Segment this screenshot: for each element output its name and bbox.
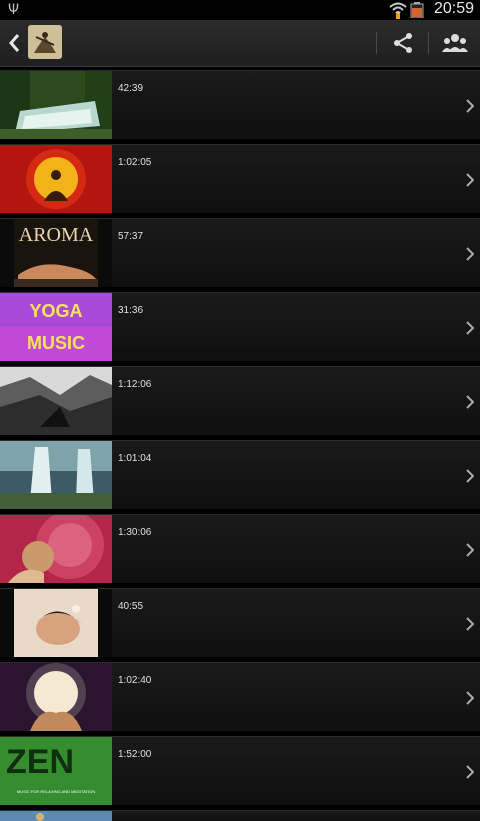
chevron-right-icon bbox=[466, 469, 474, 483]
thumb-text-yoga-music: YOGA bbox=[29, 301, 82, 321]
list-item[interactable]: 1:30:06 bbox=[0, 514, 480, 583]
list-item[interactable]: AROMA 57:37 bbox=[0, 218, 480, 287]
divider bbox=[376, 32, 377, 54]
thumbnail-meditation-om bbox=[0, 145, 112, 213]
chevron-right-icon bbox=[466, 691, 474, 705]
app-icon[interactable] bbox=[28, 25, 62, 59]
thumbnail-waterfall-forest bbox=[0, 71, 112, 139]
list-item[interactable]: 40:55 bbox=[0, 588, 480, 657]
chevron-right-icon bbox=[466, 247, 474, 261]
list-item[interactable]: YOGA MUSIC 31:36 bbox=[0, 292, 480, 361]
status-bar: Ψ 20:59 bbox=[0, 0, 480, 20]
group-icon[interactable] bbox=[442, 32, 468, 54]
list-item[interactable]: 1:01:04 bbox=[0, 440, 480, 509]
chevron-right-icon bbox=[466, 617, 474, 631]
duration-label: 1:52:00 bbox=[118, 749, 152, 760]
thumbnail-yoga-music: YOGA MUSIC bbox=[0, 293, 112, 361]
list-item[interactable]: 1:12:06 bbox=[0, 366, 480, 435]
list-item[interactable]: 1:02:05 bbox=[0, 144, 480, 213]
list-item[interactable] bbox=[0, 810, 480, 821]
thumb-text-aroma: AROMA bbox=[19, 224, 94, 246]
duration-label: 40:55 bbox=[118, 601, 144, 612]
thumb-text-zen: ZEN bbox=[6, 743, 74, 781]
list-item[interactable]: ZEN MUSIC FOR RELAXING AND MEDITATION 1:… bbox=[0, 736, 480, 805]
chevron-right-icon bbox=[466, 543, 474, 557]
thumbnail-waterfall-blue bbox=[0, 441, 112, 509]
thumbnail-mountain-valley bbox=[0, 367, 112, 435]
chevron-right-icon bbox=[466, 765, 474, 779]
list-item[interactable]: 42:39 bbox=[0, 70, 480, 139]
action-bar bbox=[0, 20, 480, 67]
status-time: 20:59 bbox=[433, 0, 474, 17]
usb-icon: Ψ bbox=[8, 2, 20, 18]
thumb-subtext-zen: MUSIC FOR RELAXING AND MEDITATION bbox=[17, 789, 95, 794]
thumbnail-glowing-hands bbox=[0, 663, 112, 731]
duration-label: 42:39 bbox=[118, 83, 144, 94]
chevron-right-icon bbox=[466, 321, 474, 335]
duration-label: 1:02:40 bbox=[118, 675, 152, 686]
thumbnail-aroma: AROMA bbox=[0, 219, 112, 287]
battery-icon bbox=[410, 2, 424, 18]
share-icon[interactable] bbox=[391, 31, 415, 55]
duration-label: 57:37 bbox=[118, 231, 144, 242]
svg-text:MUSIC: MUSIC bbox=[27, 333, 85, 353]
duration-label: 1:02:05 bbox=[118, 157, 152, 168]
chevron-right-icon bbox=[466, 173, 474, 187]
duration-label: 31:36 bbox=[118, 305, 144, 316]
duration-label: 1:30:06 bbox=[118, 527, 152, 538]
divider bbox=[428, 32, 429, 54]
thumbnail-zen: ZEN MUSIC FOR RELAXING AND MEDITATION bbox=[0, 737, 112, 805]
chevron-right-icon bbox=[466, 395, 474, 409]
thumbnail-mandala-hands bbox=[0, 515, 112, 583]
list-item[interactable]: 1:02:40 bbox=[0, 662, 480, 731]
wifi-icon bbox=[389, 2, 407, 19]
duration-label: 1:12:06 bbox=[118, 379, 152, 390]
back-icon[interactable] bbox=[6, 32, 24, 54]
thumbnail-spa-woman bbox=[0, 589, 112, 657]
duration-label: 1:01:04 bbox=[118, 453, 152, 464]
chevron-right-icon bbox=[466, 99, 474, 113]
